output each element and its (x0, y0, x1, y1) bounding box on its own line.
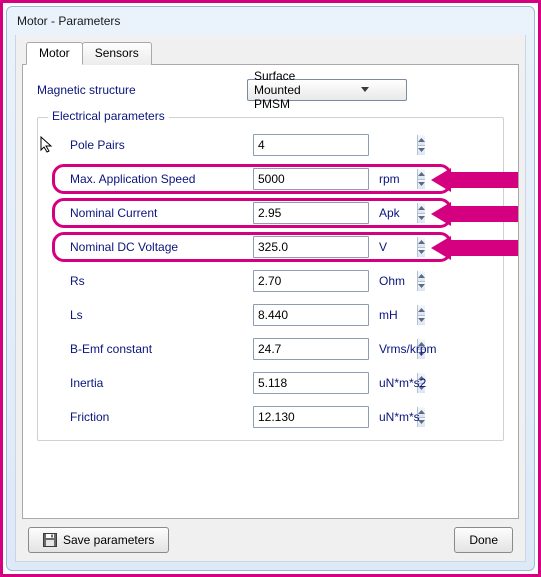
tab-sensors[interactable]: Sensors (82, 42, 152, 65)
magnetic-structure-row: Magnetic structure Surface Mounted PMSM (37, 79, 504, 101)
input-nominal-vdc[interactable] (253, 236, 369, 258)
row-nominal-current: Nominal Current Apk (48, 196, 493, 230)
client-area: Motor Sensors Magnetic structure Surface… (15, 35, 526, 562)
label-nominal-vdc: Nominal DC Voltage (48, 240, 253, 254)
input-nominal-current[interactable] (253, 202, 369, 224)
done-label: Done (469, 533, 498, 547)
label-max-speed: Max. Application Speed (48, 172, 253, 186)
row-bemf: B-Emf constant Vrms/krpm (48, 332, 493, 366)
input-pole-pairs-field[interactable] (254, 135, 417, 155)
magnetic-structure-select[interactable]: Surface Mounted PMSM (247, 79, 407, 101)
chevron-down-icon (328, 87, 402, 93)
unit-max-speed: rpm (369, 172, 459, 186)
electrical-parameters-legend: Electrical parameters (48, 109, 169, 123)
label-nominal-current: Nominal Current (48, 206, 253, 220)
tab-panel-motor: Magnetic structure Surface Mounted PMSM … (22, 64, 519, 519)
save-parameters-label: Save parameters (63, 533, 154, 547)
unit-nominal-current: Apk (369, 206, 459, 220)
row-rs: Rs Ohm (48, 264, 493, 298)
label-rs: Rs (48, 274, 253, 288)
unit-friction: uN*m*s (369, 410, 459, 424)
input-max-speed[interactable] (253, 168, 369, 190)
input-friction[interactable] (253, 406, 369, 428)
magnetic-structure-value: Surface Mounted PMSM (254, 69, 328, 111)
row-inertia: Inertia uN*m*s2 (48, 366, 493, 400)
spinner-pole-pairs[interactable] (417, 135, 425, 155)
input-inertia[interactable] (253, 372, 369, 394)
label-inertia: Inertia (48, 376, 253, 390)
window-title: Motor - Parameters (17, 14, 120, 28)
spin-up-icon[interactable] (418, 135, 425, 145)
row-pole-pairs: Pole Pairs (48, 128, 493, 162)
window-titlebar: Motor - Parameters (7, 7, 534, 35)
label-bemf: B-Emf constant (48, 342, 253, 356)
input-pole-pairs[interactable] (253, 134, 369, 156)
unit-inertia: uN*m*s2 (369, 376, 459, 390)
dialog-window: Motor - Parameters Motor Sensors Magneti… (6, 6, 535, 571)
tab-strip: Motor Sensors (22, 42, 519, 65)
unit-rs: Ohm (369, 274, 459, 288)
spin-down-icon[interactable] (418, 145, 425, 156)
unit-bemf: Vrms/krpm (369, 342, 459, 356)
input-rs[interactable] (253, 270, 369, 292)
row-max-speed: Max. Application Speed rpm (48, 162, 493, 196)
label-pole-pairs: Pole Pairs (48, 138, 253, 152)
electrical-parameters-group: Electrical parameters Pole Pairs (37, 117, 504, 441)
label-ls: Ls (48, 308, 253, 322)
label-friction: Friction (48, 410, 253, 424)
tab-motor[interactable]: Motor (26, 42, 83, 65)
row-friction: Friction uN*m*s (48, 400, 493, 434)
cursor-icon (40, 136, 54, 154)
row-nominal-vdc: Nominal DC Voltage V (48, 230, 493, 264)
input-ls[interactable] (253, 304, 369, 326)
magnetic-structure-label: Magnetic structure (37, 83, 247, 97)
done-button[interactable]: Done (454, 527, 513, 553)
row-ls: Ls mH (48, 298, 493, 332)
button-bar: Save parameters Done (22, 519, 519, 553)
input-bemf[interactable] (253, 338, 369, 360)
unit-nominal-vdc: V (369, 240, 459, 254)
annotation-outer-highlight: Motor - Parameters Motor Sensors Magneti… (0, 0, 541, 577)
floppy-disk-icon (43, 533, 57, 547)
save-parameters-button[interactable]: Save parameters (28, 527, 169, 553)
unit-ls: mH (369, 308, 459, 322)
